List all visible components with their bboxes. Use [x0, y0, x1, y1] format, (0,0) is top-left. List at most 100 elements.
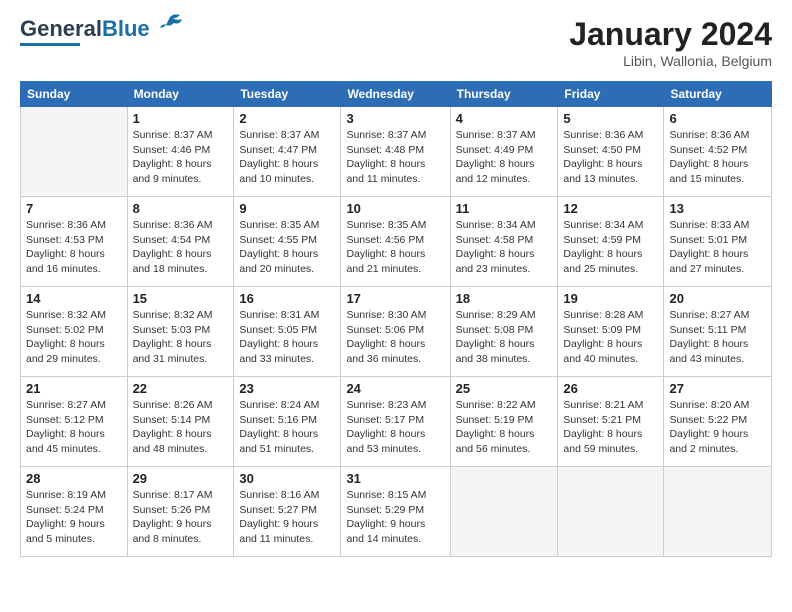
calendar-cell: 27 Sunrise: 8:20 AM Sunset: 5:22 PM Dayli…: [664, 377, 772, 467]
calendar-cell: [664, 467, 772, 557]
day-number: 31: [346, 471, 444, 486]
day-number: 19: [563, 291, 658, 306]
col-wednesday: Wednesday: [341, 82, 450, 107]
calendar-week-5: 28Sunrise: 8:19 AM Sunset: 5:24 PM Dayli…: [21, 467, 772, 557]
day-number: 11: [456, 201, 553, 216]
calendar-cell: 31Sunrise: 8:15 AM Sunset: 5:29 PM Dayli…: [341, 467, 450, 557]
day-info: Sunrise: 8:20 AM Sunset: 5:22 PM Dayligh…: [669, 398, 766, 457]
calendar-cell: 30Sunrise: 8:16 AM Sunset: 5:27 PM Dayli…: [234, 467, 341, 557]
day-number: 4: [456, 111, 553, 126]
day-info: Sunrise: 8:30 AM Sunset: 5:06 PM Dayligh…: [346, 308, 444, 367]
day-number: 15: [133, 291, 229, 306]
calendar-week-1: 1 Sunrise: 8:37 AM Sunset: 4:46 PM Daylig…: [21, 107, 772, 197]
day-number: 9: [239, 201, 335, 216]
day-number: 14: [26, 291, 122, 306]
calendar-cell: 13 Sunrise: 8:33 AM Sunset: 5:01 PM Dayli…: [664, 197, 772, 287]
page-container: GeneralBlue January 2024 Libin, Wallonia…: [0, 0, 792, 567]
day-number: 7: [26, 201, 122, 216]
day-info: Sunrise: 8:31 AM Sunset: 5:05 PM Dayligh…: [239, 308, 335, 367]
day-info: Sunrise: 8:16 AM Sunset: 5:27 PM Dayligh…: [239, 488, 335, 547]
title-block: January 2024 Libin, Wallonia, Belgium: [569, 16, 772, 69]
col-monday: Monday: [127, 82, 234, 107]
day-number: 20: [669, 291, 766, 306]
calendar-cell: 22 Sunrise: 8:26 AM Sunset: 5:14 PM Dayli…: [127, 377, 234, 467]
day-info: Sunrise: 8:22 AM Sunset: 5:19 PM Dayligh…: [456, 398, 553, 457]
day-number: 27: [669, 381, 766, 396]
day-info: Sunrise: 8:17 AM Sunset: 5:26 PM Dayligh…: [133, 488, 229, 547]
day-info: Sunrise: 8:27 AM Sunset: 5:11 PM Dayligh…: [669, 308, 766, 367]
day-info: Sunrise: 8:37 AM Sunset: 4:46 PM Dayligh…: [133, 128, 229, 187]
calendar-cell: [450, 467, 558, 557]
calendar-cell: 21Sunrise: 8:27 AM Sunset: 5:12 PM Dayli…: [21, 377, 128, 467]
day-info: Sunrise: 8:36 AM Sunset: 4:52 PM Dayligh…: [669, 128, 766, 187]
day-info: Sunrise: 8:33 AM Sunset: 5:01 PM Dayligh…: [669, 218, 766, 277]
day-info: Sunrise: 8:36 AM Sunset: 4:50 PM Dayligh…: [563, 128, 658, 187]
day-info: Sunrise: 8:23 AM Sunset: 5:17 PM Dayligh…: [346, 398, 444, 457]
day-info: Sunrise: 8:37 AM Sunset: 4:49 PM Dayligh…: [456, 128, 553, 187]
calendar-cell: 5 Sunrise: 8:36 AM Sunset: 4:50 PM Daylig…: [558, 107, 664, 197]
col-friday: Friday: [558, 82, 664, 107]
logo-text: GeneralBlue: [20, 16, 150, 42]
calendar-cell: 8 Sunrise: 8:36 AM Sunset: 4:54 PM Daylig…: [127, 197, 234, 287]
calendar-cell: 16Sunrise: 8:31 AM Sunset: 5:05 PM Dayli…: [234, 287, 341, 377]
calendar-cell: 1 Sunrise: 8:37 AM Sunset: 4:46 PM Daylig…: [127, 107, 234, 197]
day-info: Sunrise: 8:28 AM Sunset: 5:09 PM Dayligh…: [563, 308, 658, 367]
calendar-cell: 4 Sunrise: 8:37 AM Sunset: 4:49 PM Daylig…: [450, 107, 558, 197]
day-number: 13: [669, 201, 766, 216]
day-info: Sunrise: 8:32 AM Sunset: 5:03 PM Dayligh…: [133, 308, 229, 367]
day-number: 23: [239, 381, 335, 396]
day-info: Sunrise: 8:36 AM Sunset: 4:53 PM Dayligh…: [26, 218, 122, 277]
day-number: 29: [133, 471, 229, 486]
calendar-cell: 25 Sunrise: 8:22 AM Sunset: 5:19 PM Dayli…: [450, 377, 558, 467]
day-number: 1: [133, 111, 229, 126]
calendar-cell: 19 Sunrise: 8:28 AM Sunset: 5:09 PM Dayli…: [558, 287, 664, 377]
calendar-cell: 3 Sunrise: 8:37 AM Sunset: 4:48 PM Daylig…: [341, 107, 450, 197]
calendar-cell: 14 Sunrise: 8:32 AM Sunset: 5:02 PM Dayli…: [21, 287, 128, 377]
calendar-cell: 29 Sunrise: 8:17 AM Sunset: 5:26 PM Dayli…: [127, 467, 234, 557]
calendar-cell: 18Sunrise: 8:29 AM Sunset: 5:08 PM Dayli…: [450, 287, 558, 377]
calendar-cell: 24 Sunrise: 8:23 AM Sunset: 5:17 PM Dayli…: [341, 377, 450, 467]
day-info: Sunrise: 8:35 AM Sunset: 4:56 PM Dayligh…: [346, 218, 444, 277]
day-info: Sunrise: 8:32 AM Sunset: 5:02 PM Dayligh…: [26, 308, 122, 367]
page-header: GeneralBlue January 2024 Libin, Wallonia…: [20, 16, 772, 69]
month-title: January 2024: [569, 16, 772, 53]
logo: GeneralBlue: [20, 16, 184, 46]
day-info: Sunrise: 8:36 AM Sunset: 4:54 PM Dayligh…: [133, 218, 229, 277]
calendar-cell: 23 Sunrise: 8:24 AM Sunset: 5:16 PM Dayli…: [234, 377, 341, 467]
day-info: Sunrise: 8:37 AM Sunset: 4:48 PM Dayligh…: [346, 128, 444, 187]
day-info: Sunrise: 8:24 AM Sunset: 5:16 PM Dayligh…: [239, 398, 335, 457]
col-tuesday: Tuesday: [234, 82, 341, 107]
day-number: 3: [346, 111, 444, 126]
calendar-cell: [21, 107, 128, 197]
day-number: 24: [346, 381, 444, 396]
day-number: 5: [563, 111, 658, 126]
calendar-header-row: Sunday Monday Tuesday Wednesday Thursday…: [21, 82, 772, 107]
calendar-cell: 9Sunrise: 8:35 AM Sunset: 4:55 PM Daylig…: [234, 197, 341, 287]
logo-bird-icon: [152, 13, 184, 35]
day-number: 10: [346, 201, 444, 216]
day-number: 28: [26, 471, 122, 486]
calendar-cell: 2Sunrise: 8:37 AM Sunset: 4:47 PM Daylig…: [234, 107, 341, 197]
day-number: 18: [456, 291, 553, 306]
calendar-cell: [558, 467, 664, 557]
col-saturday: Saturday: [664, 82, 772, 107]
day-info: Sunrise: 8:37 AM Sunset: 4:47 PM Dayligh…: [239, 128, 335, 187]
calendar-week-3: 14 Sunrise: 8:32 AM Sunset: 5:02 PM Dayli…: [21, 287, 772, 377]
col-sunday: Sunday: [21, 82, 128, 107]
day-number: 8: [133, 201, 229, 216]
day-number: 6: [669, 111, 766, 126]
day-info: Sunrise: 8:26 AM Sunset: 5:14 PM Dayligh…: [133, 398, 229, 457]
day-number: 17: [346, 291, 444, 306]
calendar-cell: 7 Sunrise: 8:36 AM Sunset: 4:53 PM Daylig…: [21, 197, 128, 287]
calendar-cell: 17 Sunrise: 8:30 AM Sunset: 5:06 PM Dayli…: [341, 287, 450, 377]
calendar-cell: 26Sunrise: 8:21 AM Sunset: 5:21 PM Dayli…: [558, 377, 664, 467]
calendar-cell: 6 Sunrise: 8:36 AM Sunset: 4:52 PM Daylig…: [664, 107, 772, 197]
calendar-cell: 20 Sunrise: 8:27 AM Sunset: 5:11 PM Dayli…: [664, 287, 772, 377]
day-number: 26: [563, 381, 658, 396]
day-number: 25: [456, 381, 553, 396]
location-subtitle: Libin, Wallonia, Belgium: [569, 53, 772, 69]
day-number: 22: [133, 381, 229, 396]
calendar-table: Sunday Monday Tuesday Wednesday Thursday…: [20, 81, 772, 557]
calendar-cell: 11Sunrise: 8:34 AM Sunset: 4:58 PM Dayli…: [450, 197, 558, 287]
calendar-cell: 28Sunrise: 8:19 AM Sunset: 5:24 PM Dayli…: [21, 467, 128, 557]
